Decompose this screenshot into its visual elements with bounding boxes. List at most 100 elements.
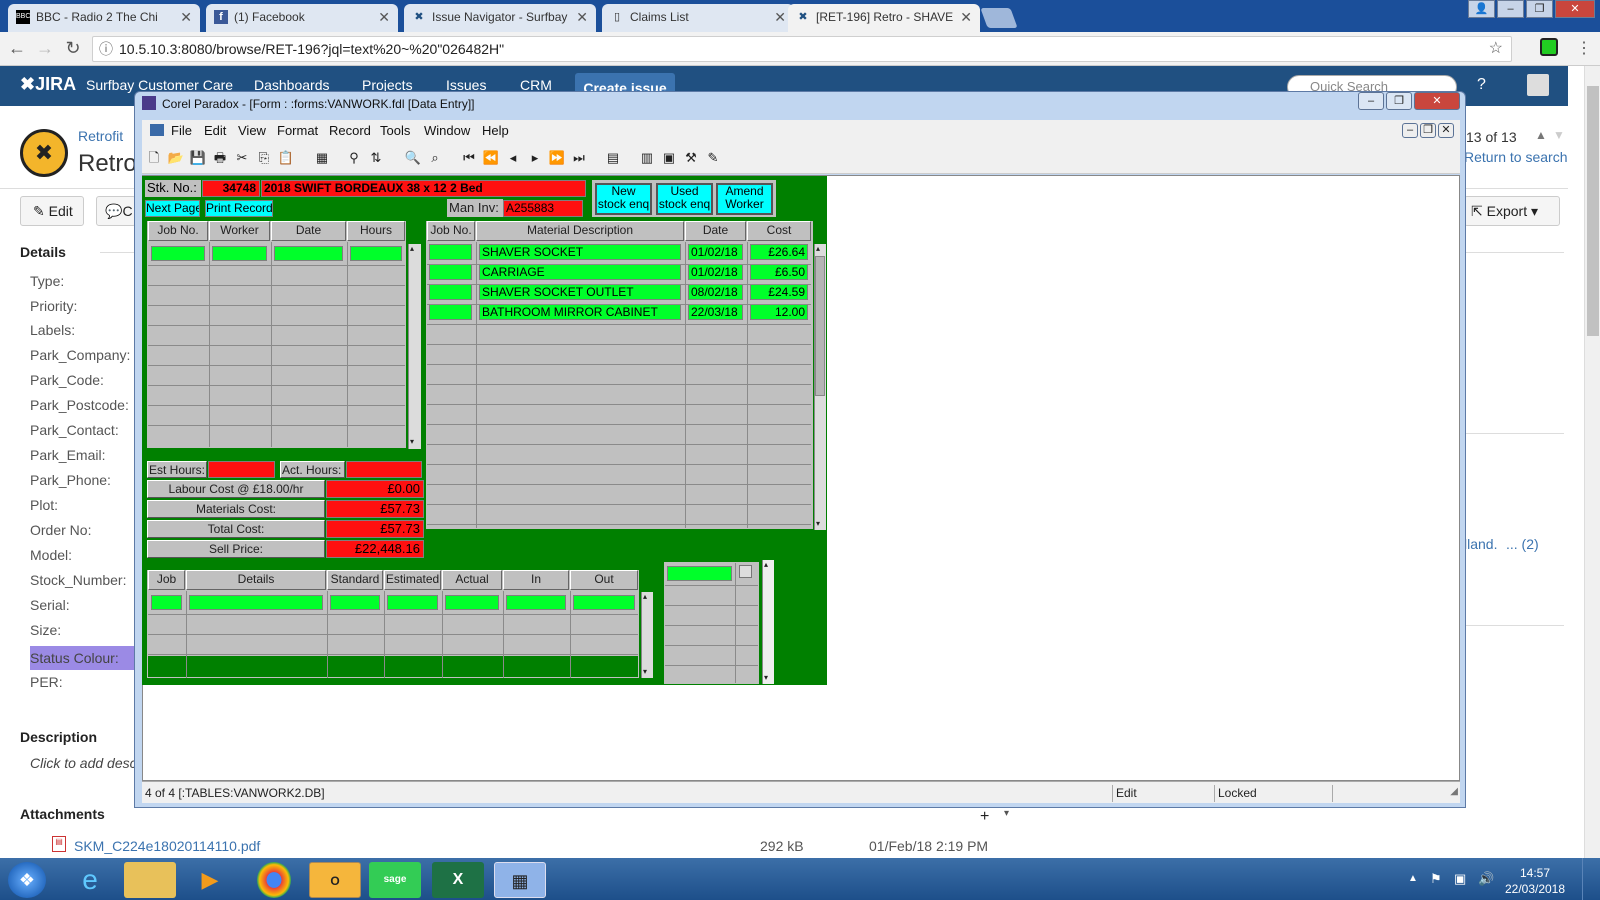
man-inv-field[interactable]: A255883 (503, 200, 583, 217)
network-icon[interactable]: ▣ (1454, 871, 1466, 887)
labour-scrollbar[interactable]: ▴ ▾ (408, 244, 421, 449)
amend-worker-button[interactable]: Amend Worker (716, 183, 773, 215)
menu-file[interactable]: File (171, 123, 192, 138)
chrome-icon[interactable] (257, 862, 291, 898)
labour-hours-field[interactable] (350, 246, 402, 261)
last-record-icon[interactable]: ⏭ (570, 149, 588, 167)
paradox-maximize-icon[interactable]: ❐ (1386, 92, 1412, 110)
browser-tab-active[interactable]: ✖ [RET-196] Retro - SHAVE ✕ (788, 4, 980, 32)
scrollbar-thumb[interactable] (815, 256, 825, 396)
act-hours-field[interactable] (346, 461, 422, 478)
scroll-up-icon[interactable]: ▴ (816, 244, 820, 253)
excel-icon[interactable]: X (432, 862, 484, 898)
find-icon[interactable]: 🔍 (404, 149, 422, 167)
export-button[interactable]: ⇱ Export ▾ (1464, 196, 1560, 226)
material-job-no-field[interactable] (429, 304, 472, 320)
back-icon[interactable]: ← (6, 38, 28, 59)
user-icon[interactable]: 👤 (1468, 0, 1495, 18)
chrome-menu-icon[interactable]: ⋮ (1576, 38, 1592, 58)
copy-icon[interactable]: ⎘ (255, 149, 273, 167)
minimize-icon[interactable]: – (1497, 0, 1524, 18)
close-tab-icon[interactable]: ✕ (378, 4, 390, 30)
tools-icon[interactable]: ⚒ (682, 149, 700, 167)
form-view-icon[interactable]: ▣ (660, 149, 678, 167)
cut-icon[interactable]: ✂ (233, 149, 251, 167)
sell-price-field[interactable]: £22,448.16 (326, 540, 424, 558)
stk-no-field[interactable]: 34748 (202, 180, 260, 197)
menu-help[interactable]: Help (482, 123, 509, 138)
scroll-down-icon[interactable]: ▾ (410, 437, 414, 446)
next-record-icon[interactable]: ▸ (526, 149, 544, 167)
labour-cost-field[interactable]: £0.00 (326, 480, 424, 498)
material-date-field[interactable]: 22/03/18 (688, 304, 743, 320)
scrollbar-thumb[interactable] (1587, 86, 1599, 336)
material-cost-field[interactable]: £26.64 (750, 244, 808, 260)
menu-format[interactable]: Format (277, 123, 318, 138)
description-placeholder[interactable]: Click to add desc (30, 755, 137, 771)
job-field[interactable] (151, 595, 182, 610)
material-description-field[interactable]: SHAVER SOCKET (479, 244, 681, 260)
new-icon[interactable]: 🗋 (145, 149, 163, 167)
material-job-no-field[interactable] (429, 244, 472, 260)
avatar[interactable] (1527, 74, 1549, 96)
print-icon[interactable]: 🖶 (211, 149, 229, 167)
labour-job-no-field[interactable] (151, 246, 205, 261)
materials-cost-field[interactable]: £57.73 (326, 500, 424, 518)
child-close-icon[interactable]: ✕ (1438, 123, 1454, 138)
next-issue-icon[interactable]: ▼ (1553, 128, 1565, 142)
paradox-taskbar-icon[interactable]: ▦ (494, 862, 546, 898)
material-date-field[interactable]: 01/02/18 (688, 264, 743, 280)
breadcrumb[interactable]: Retrofit (78, 128, 123, 144)
internet-explorer-icon[interactable]: e (64, 862, 116, 898)
scroll-down-icon[interactable]: ▾ (764, 673, 768, 682)
close-tab-icon[interactable]: ✕ (774, 4, 786, 30)
expert-icon[interactable]: ✎ (704, 149, 722, 167)
paste-icon[interactable]: 📋 (277, 149, 295, 167)
side-field[interactable] (667, 566, 732, 581)
paradox-minimize-icon[interactable]: – (1358, 92, 1384, 110)
table-view-icon[interactable]: ▥ (638, 149, 656, 167)
comment-button[interactable]: 💬C (96, 196, 136, 226)
close-tab-icon[interactable]: ✕ (576, 4, 588, 30)
menu-tools[interactable]: Tools (380, 123, 410, 138)
material-job-no-field[interactable] (429, 284, 472, 300)
job-out-field[interactable] (573, 595, 635, 610)
menu-edit[interactable]: Edit (204, 123, 226, 138)
job-in-field[interactable] (506, 595, 566, 610)
material-description-field[interactable]: SHAVER SOCKET OUTLET (479, 284, 681, 300)
labour-date-field[interactable] (274, 246, 343, 261)
scroll-down-icon[interactable]: ▾ (643, 667, 647, 676)
next-page-button[interactable]: Next Page (145, 200, 200, 217)
jira-logo[interactable]: ✖JIRA (20, 74, 76, 95)
est-hours-field[interactable] (208, 461, 275, 478)
form-icon[interactable] (150, 124, 164, 136)
child-minimize-icon[interactable]: – (1402, 123, 1418, 138)
more-link[interactable]: ... (2) (1506, 536, 1539, 552)
browser-tab[interactable]: ▯ Claims List ✕ (602, 4, 794, 32)
extension-icon[interactable] (1540, 38, 1558, 56)
save-icon[interactable]: 💾 (189, 149, 207, 167)
scroll-up-icon[interactable]: ▴ (764, 560, 768, 569)
close-window-icon[interactable]: ✕ (1555, 0, 1595, 18)
material-job-no-field[interactable] (429, 264, 472, 280)
previous-record-icon[interactable]: ◂ (504, 149, 522, 167)
jobs-scrollbar[interactable]: ▴ ▾ (641, 592, 653, 678)
paradox-close-icon[interactable]: ✕ (1414, 92, 1460, 110)
outlook-icon[interactable]: O (309, 862, 361, 898)
new-stock-enq-button[interactable]: New stock enq (595, 183, 652, 215)
material-description-field[interactable]: BATHROOM MIRROR CABINET (479, 304, 681, 320)
side-checkbox[interactable] (739, 565, 752, 578)
clock-date[interactable]: 22/03/2018 (1500, 882, 1570, 896)
start-button[interactable]: ❖ (8, 862, 46, 898)
browser-tab[interactable]: BBC BBC - Radio 2 The Chi ✕ (8, 4, 200, 32)
material-description-field[interactable]: CARRIAGE (479, 264, 681, 280)
attachment-link[interactable]: SKM_C224e18020114110.pdf (74, 838, 260, 854)
browser-tab[interactable]: f (1) Facebook ✕ (206, 4, 398, 32)
clock-time[interactable]: 14:57 (1500, 866, 1570, 880)
material-cost-field[interactable]: £6.50 (750, 264, 808, 280)
menu-record[interactable]: Record (329, 123, 371, 138)
material-date-field[interactable]: 01/02/18 (688, 244, 743, 260)
material-date-field[interactable]: 08/02/18 (688, 284, 743, 300)
previous-set-icon[interactable]: ⏪ (482, 149, 500, 167)
used-stock-enq-button[interactable]: Used stock enq (656, 183, 713, 215)
